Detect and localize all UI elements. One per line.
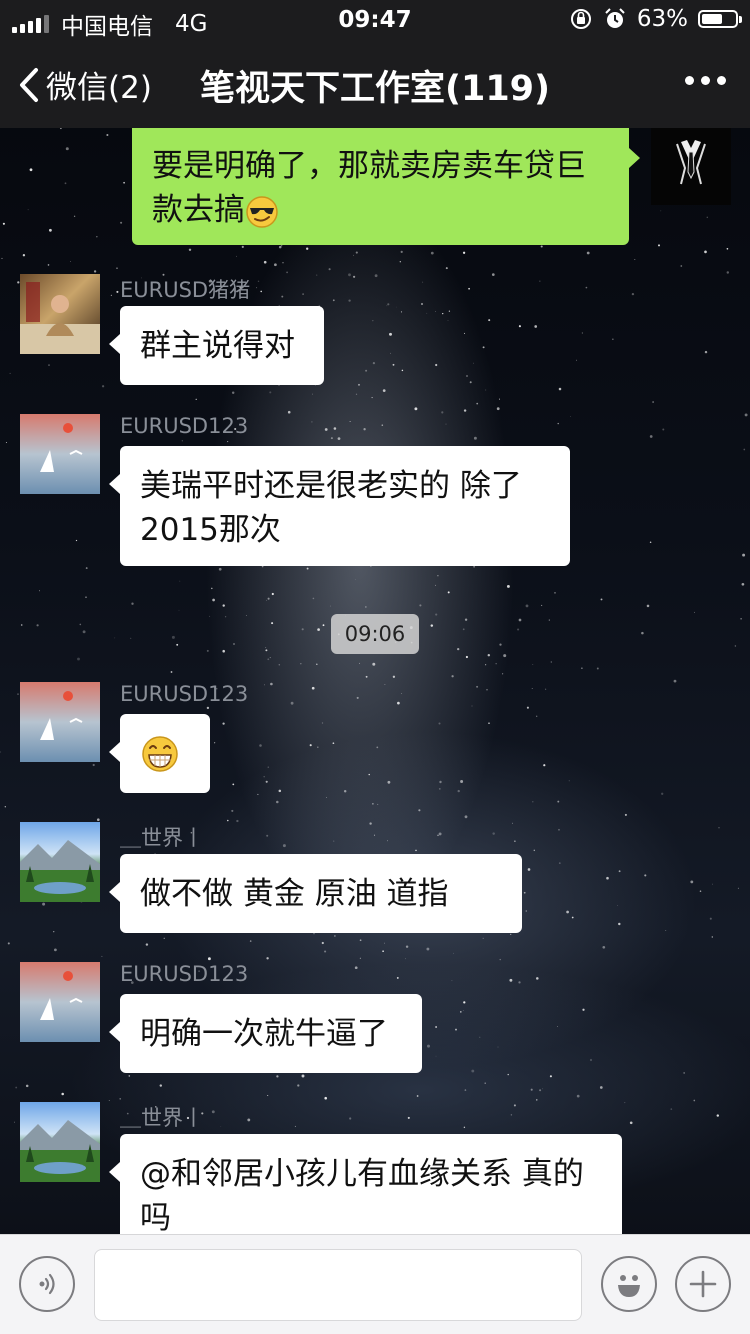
sender-avatar[interactable] xyxy=(20,962,100,1042)
sender-avatar[interactable] xyxy=(20,414,100,494)
grin-emoji-icon xyxy=(142,736,178,772)
message-bubble-incoming[interactable]: 明确一次就牛逼了 xyxy=(109,994,422,1073)
message-text: @和邻居小孩儿有血缘关系 真的吗 xyxy=(140,1156,584,1234)
sender-avatar[interactable] xyxy=(20,822,100,902)
message-bubble-incoming[interactable]: @和邻居小孩儿有血缘关系 真的吗 xyxy=(109,1134,622,1234)
message-bubble-incoming[interactable]: 群主说得对 xyxy=(109,306,324,385)
message-bubble-incoming[interactable] xyxy=(109,714,210,793)
seagull-avatar-icon xyxy=(40,971,83,1020)
sender-name: ＿世界丨 xyxy=(120,826,204,850)
time-divider: 09:06 xyxy=(331,614,419,654)
sender-name: EURUSD123 xyxy=(120,682,249,706)
more-button[interactable] xyxy=(685,70,726,91)
more-dot-icon xyxy=(685,76,694,85)
input-bar xyxy=(0,1234,750,1334)
message-text: 群主说得对 xyxy=(140,328,295,364)
landscape-avatar-icon xyxy=(20,840,100,902)
more-dot-icon xyxy=(701,76,710,85)
message-input[interactable] xyxy=(94,1249,582,1321)
sender-name: EURUSD123 xyxy=(120,414,249,438)
sender-name: ＿世界丨 xyxy=(120,1106,204,1130)
sender-name: EURUSD123 xyxy=(120,962,249,986)
sunglasses-emoji-icon xyxy=(246,195,278,228)
alarm-icon xyxy=(605,8,625,28)
voice-button[interactable] xyxy=(19,1256,75,1312)
emoji-button[interactable] xyxy=(601,1256,657,1312)
battery-percent: 63% xyxy=(636,6,688,32)
message-text: 明确一次就牛逼了 xyxy=(140,1016,388,1052)
message-bubble-incoming[interactable]: 做不做 黄金 原油 道指 xyxy=(109,854,522,933)
voice-icon xyxy=(39,1273,55,1295)
seagull-avatar-icon xyxy=(40,691,83,740)
nav-bar: 微信(2) 笔视天下工作室(119) xyxy=(0,40,750,128)
more-dot-icon xyxy=(717,76,726,85)
message-text: 做不做 黄金 原油 道指 xyxy=(140,876,449,912)
my-avatar[interactable] xyxy=(651,128,731,205)
rotation-lock-icon xyxy=(570,9,591,29)
plus-icon xyxy=(689,1270,717,1298)
suit-avatar-icon xyxy=(676,140,706,185)
seagull-avatar-icon xyxy=(40,423,83,472)
plus-button[interactable] xyxy=(675,1256,731,1312)
message-bubble-incoming[interactable]: 美瑞平时还是很老实的 除了2015那次 xyxy=(109,446,570,566)
battery-icon xyxy=(698,10,742,28)
message-bubble-outgoing[interactable]: 要是明确了，那就卖房卖车贷巨款去搞 xyxy=(132,128,640,245)
status-right: 63% xyxy=(569,6,742,32)
sender-name: EURUSD猪猪 xyxy=(120,278,251,302)
message-text: 要是明确了，那就卖房卖车贷巨款去搞 xyxy=(152,148,586,228)
battery-fill xyxy=(702,14,722,24)
sender-avatar[interactable] xyxy=(20,682,100,762)
message-list[interactable]: 要是明确了，那就卖房卖车贷巨款去搞 EURUSD猪猪 群主说得对 EURUSD1… xyxy=(0,128,750,1234)
message-text: 美瑞平时还是很老实的 除了2015那次 xyxy=(140,468,522,548)
status-bar: 中国电信 4G 09:47 63% xyxy=(0,0,750,40)
sender-avatar[interactable] xyxy=(20,1102,100,1182)
person-avatar-icon xyxy=(20,282,100,354)
chat-title: 笔视天下工作室(119) xyxy=(199,69,551,109)
sender-avatar[interactable] xyxy=(20,274,100,354)
emoji-icon xyxy=(618,1275,640,1297)
landscape-avatar-icon xyxy=(20,1120,100,1182)
